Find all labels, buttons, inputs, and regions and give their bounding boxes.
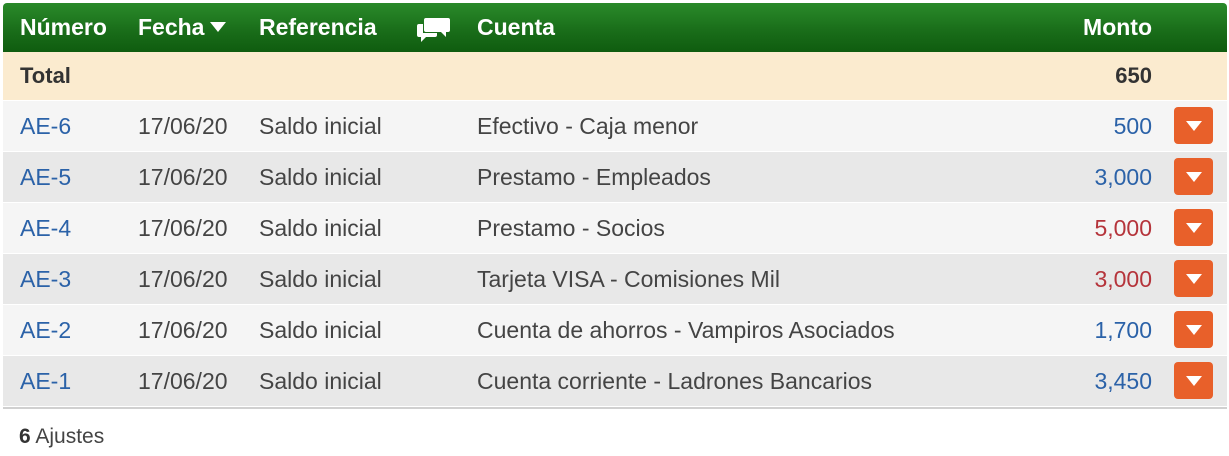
row-account: Cuenta de ahorros - Vampiros Asociados bbox=[477, 317, 895, 343]
row-number-link[interactable]: AE-6 bbox=[20, 101, 71, 151]
caret-down-icon bbox=[1186, 274, 1202, 284]
row-date: 17/06/20 bbox=[138, 215, 228, 241]
row-account: Efectivo - Caja menor bbox=[477, 113, 699, 139]
row-actions-button[interactable] bbox=[1174, 362, 1213, 399]
table-row: AE-5 17/06/20 Saldo inicial Prestamo - E… bbox=[3, 152, 1227, 203]
row-amount: 1,700 bbox=[1094, 317, 1152, 343]
row-reference: Saldo inicial bbox=[259, 164, 382, 190]
row-reference: Saldo inicial bbox=[259, 215, 382, 241]
adjustments-table: Número Fecha Referencia Cuenta Monto Tot… bbox=[3, 3, 1227, 409]
row-amount: 3,000 bbox=[1094, 164, 1152, 190]
row-number-link[interactable]: AE-1 bbox=[20, 356, 71, 406]
record-count-label: Ajustes bbox=[35, 425, 105, 448]
table-header: Número Fecha Referencia Cuenta Monto bbox=[3, 3, 1227, 52]
row-number-link[interactable]: AE-2 bbox=[20, 305, 71, 355]
row-actions-button[interactable] bbox=[1174, 209, 1213, 246]
column-fecha[interactable]: Fecha bbox=[138, 3, 227, 52]
total-amount: 650 bbox=[1115, 63, 1152, 88]
row-amount: 5,000 bbox=[1094, 215, 1152, 241]
table-row: AE-1 17/06/20 Saldo inicial Cuenta corri… bbox=[3, 356, 1227, 407]
caret-down-icon bbox=[1186, 172, 1202, 182]
row-date: 17/06/20 bbox=[138, 113, 228, 139]
row-amount: 500 bbox=[1113, 113, 1152, 139]
row-actions-button[interactable] bbox=[1174, 311, 1213, 348]
table-row: AE-4 17/06/20 Saldo inicial Prestamo - S… bbox=[3, 203, 1227, 254]
total-label: Total bbox=[20, 63, 71, 88]
caret-down-icon bbox=[1186, 223, 1202, 233]
row-date: 17/06/20 bbox=[138, 368, 228, 394]
table-body: AE-6 17/06/20 Saldo inicial Efectivo - C… bbox=[3, 101, 1227, 407]
table-row: AE-2 17/06/20 Saldo inicial Cuenta de ah… bbox=[3, 305, 1227, 356]
row-account: Tarjeta VISA - Comisiones Mil bbox=[477, 266, 780, 292]
row-reference: Saldo inicial bbox=[259, 266, 382, 292]
column-numero[interactable]: Número bbox=[20, 3, 107, 52]
table-row: AE-6 17/06/20 Saldo inicial Efectivo - C… bbox=[3, 101, 1227, 152]
column-monto[interactable]: Monto bbox=[1083, 3, 1152, 52]
caret-down-icon bbox=[1186, 325, 1202, 335]
row-number-link[interactable]: AE-3 bbox=[20, 254, 71, 304]
table-row: AE-3 17/06/20 Saldo inicial Tarjeta VISA… bbox=[3, 254, 1227, 305]
record-count: 6 Ajustes bbox=[19, 425, 104, 449]
caret-down-icon bbox=[210, 22, 227, 32]
row-number-link[interactable]: AE-4 bbox=[20, 203, 71, 253]
row-amount: 3,000 bbox=[1094, 266, 1152, 292]
row-actions-button[interactable] bbox=[1174, 107, 1213, 144]
row-reference: Saldo inicial bbox=[259, 317, 382, 343]
row-actions-button[interactable] bbox=[1174, 158, 1213, 195]
table-bottom-border bbox=[3, 407, 1227, 409]
row-account: Prestamo - Socios bbox=[477, 215, 665, 241]
caret-down-icon bbox=[1186, 376, 1202, 386]
column-referencia[interactable]: Referencia bbox=[259, 3, 377, 52]
row-actions-button[interactable] bbox=[1174, 260, 1213, 297]
row-number-link[interactable]: AE-5 bbox=[20, 152, 71, 202]
row-reference: Saldo inicial bbox=[259, 113, 382, 139]
caret-down-icon bbox=[1186, 121, 1202, 131]
row-account: Cuenta corriente - Ladrones Bancarios bbox=[477, 368, 873, 394]
row-date: 17/06/20 bbox=[138, 164, 228, 190]
record-count-number: 6 bbox=[19, 425, 31, 448]
row-amount: 3,450 bbox=[1094, 368, 1152, 394]
row-date: 17/06/20 bbox=[138, 266, 228, 292]
row-reference: Saldo inicial bbox=[259, 368, 382, 394]
row-date: 17/06/20 bbox=[138, 317, 228, 343]
total-row: Total 650 bbox=[3, 52, 1227, 101]
row-account: Prestamo - Empleados bbox=[477, 164, 711, 190]
column-cuenta[interactable]: Cuenta bbox=[477, 3, 555, 52]
column-fecha-label: Fecha bbox=[138, 14, 205, 40]
